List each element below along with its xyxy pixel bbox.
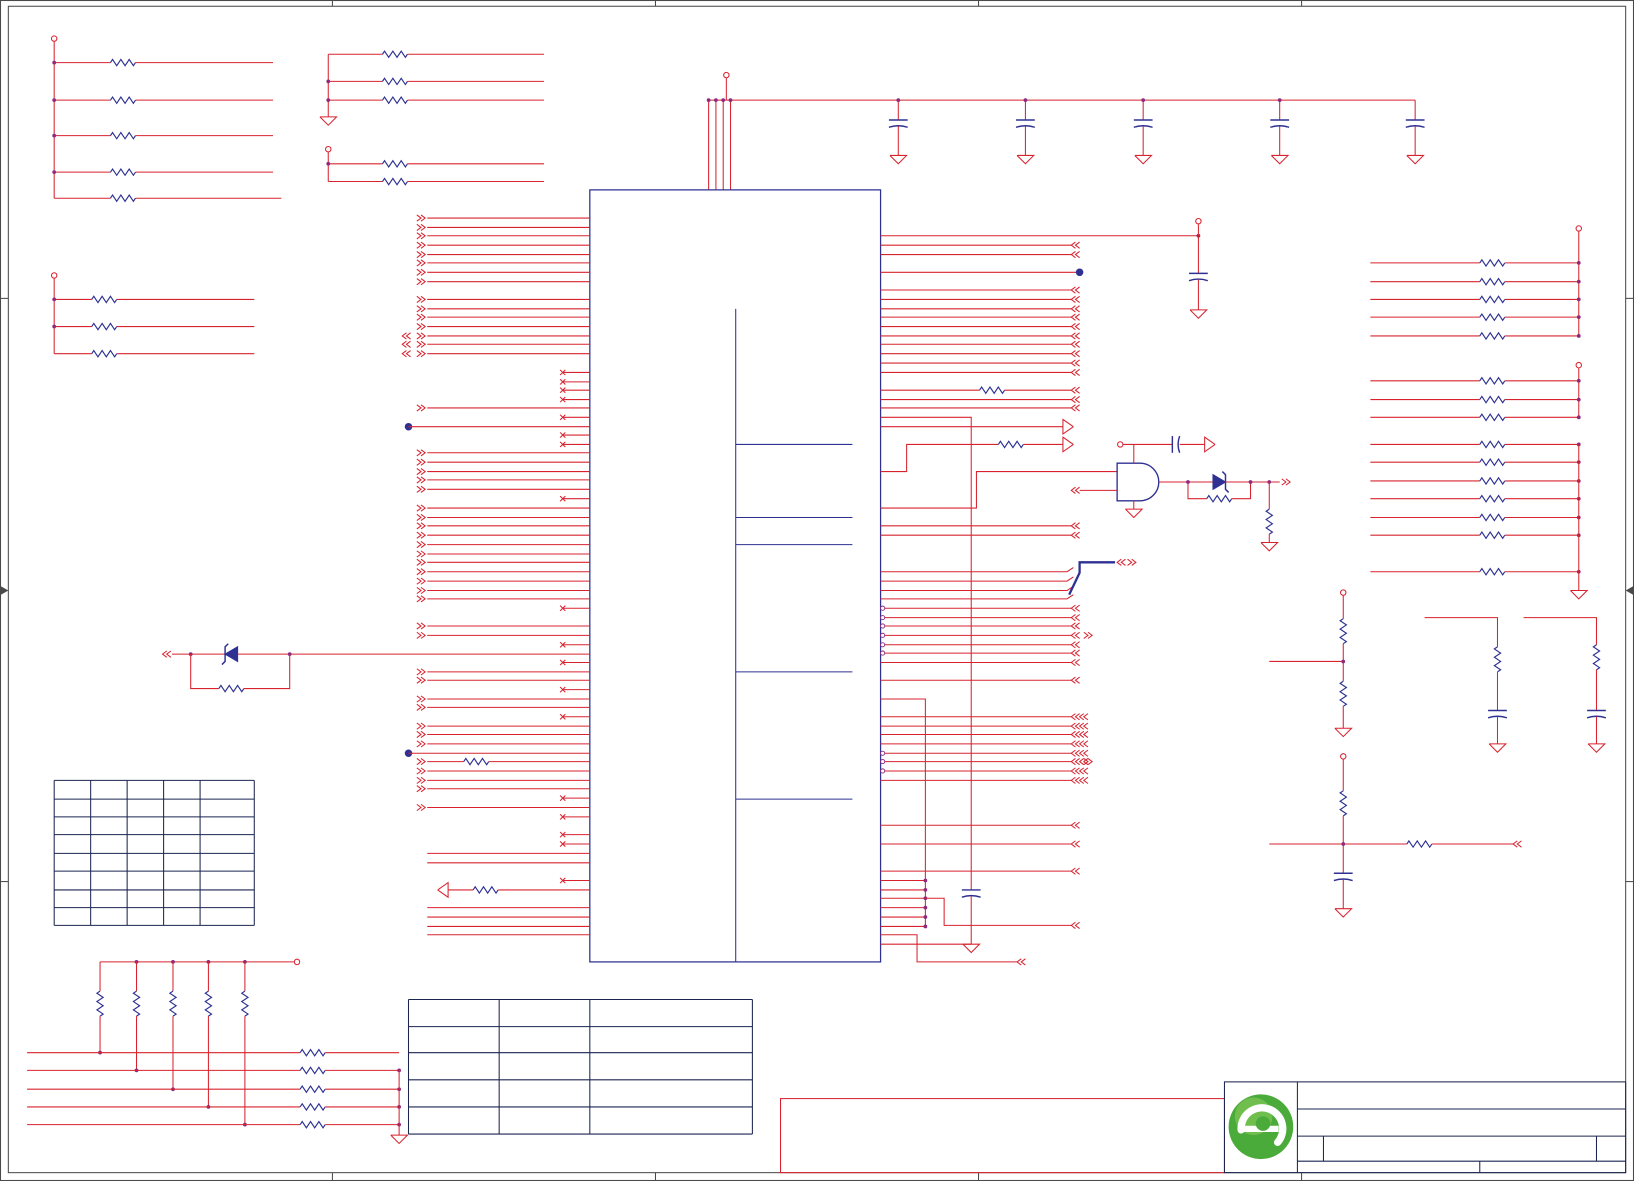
- schematic-page: [0, 0, 1634, 1181]
- junction-dot: [1023, 98, 1028, 103]
- junction-dot: [1341, 842, 1346, 846]
- power-port-symbol: [50, 272, 58, 279]
- net-tie-dot: [1075, 268, 1084, 277]
- power-port-symbol: [1117, 441, 1124, 448]
- junction-dot: [1248, 480, 1253, 484]
- pin-inversion-marker: [880, 615, 886, 621]
- junction-dot: [1341, 659, 1346, 664]
- junction-dot: [1576, 378, 1581, 383]
- junction-dot: [1576, 279, 1581, 284]
- junction-dot: [52, 324, 57, 329]
- pin-inversion-marker: [880, 650, 886, 656]
- pin-inversion-marker: [880, 642, 886, 648]
- junction-dot: [52, 133, 57, 138]
- junction-dot: [1576, 261, 1581, 265]
- power-port-symbol: [1340, 589, 1347, 596]
- schematic-sheet: [0, 0, 1634, 1181]
- power-port-symbol: [1195, 217, 1202, 225]
- junction-dot: [923, 878, 928, 883]
- junction-dot: [1576, 334, 1581, 338]
- junction-dot: [52, 170, 57, 175]
- junction-dot: [706, 98, 711, 103]
- logo-e-center: [1255, 1116, 1271, 1131]
- power-port-symbol: [50, 35, 58, 42]
- power-port-symbol: [1575, 225, 1582, 232]
- power-port-symbol: [723, 71, 730, 79]
- power-port-symbol: [293, 958, 301, 966]
- junction-dot: [326, 98, 331, 103]
- junction-dot: [721, 98, 726, 103]
- junction-dot: [714, 98, 718, 103]
- junction-dot: [1186, 480, 1190, 484]
- pin-inversion-marker: [880, 632, 886, 638]
- junction-dot: [923, 888, 928, 892]
- junction-dot: [52, 98, 57, 103]
- pin-inversion-marker: [880, 759, 886, 765]
- junction-dot: [923, 915, 928, 919]
- pin-inversion-marker: [880, 750, 886, 756]
- junction-dot: [326, 161, 331, 166]
- company-logo-icon: [1228, 1094, 1294, 1160]
- junction-dot: [728, 98, 733, 103]
- junction-dot: [52, 297, 57, 302]
- junction-dot: [896, 98, 901, 103]
- power-port-symbol: [1575, 361, 1582, 369]
- power-port-symbol: [1340, 753, 1347, 760]
- junction-dot: [1576, 415, 1581, 420]
- junction-dot: [923, 905, 928, 910]
- pin-inversion-marker: [880, 605, 886, 611]
- junction-dot: [1277, 98, 1282, 103]
- junction-dot: [1576, 315, 1581, 320]
- pin-inversion-marker: [880, 768, 886, 774]
- junction-dot: [1576, 397, 1581, 402]
- pin-inversion-marker: [880, 623, 886, 629]
- junction-dot: [923, 924, 928, 929]
- junction-dot: [52, 60, 57, 65]
- power-port-symbol: [325, 145, 332, 153]
- junction-dot: [326, 79, 331, 84]
- junction-dot: [1576, 297, 1581, 302]
- junction-dot: [1141, 98, 1146, 103]
